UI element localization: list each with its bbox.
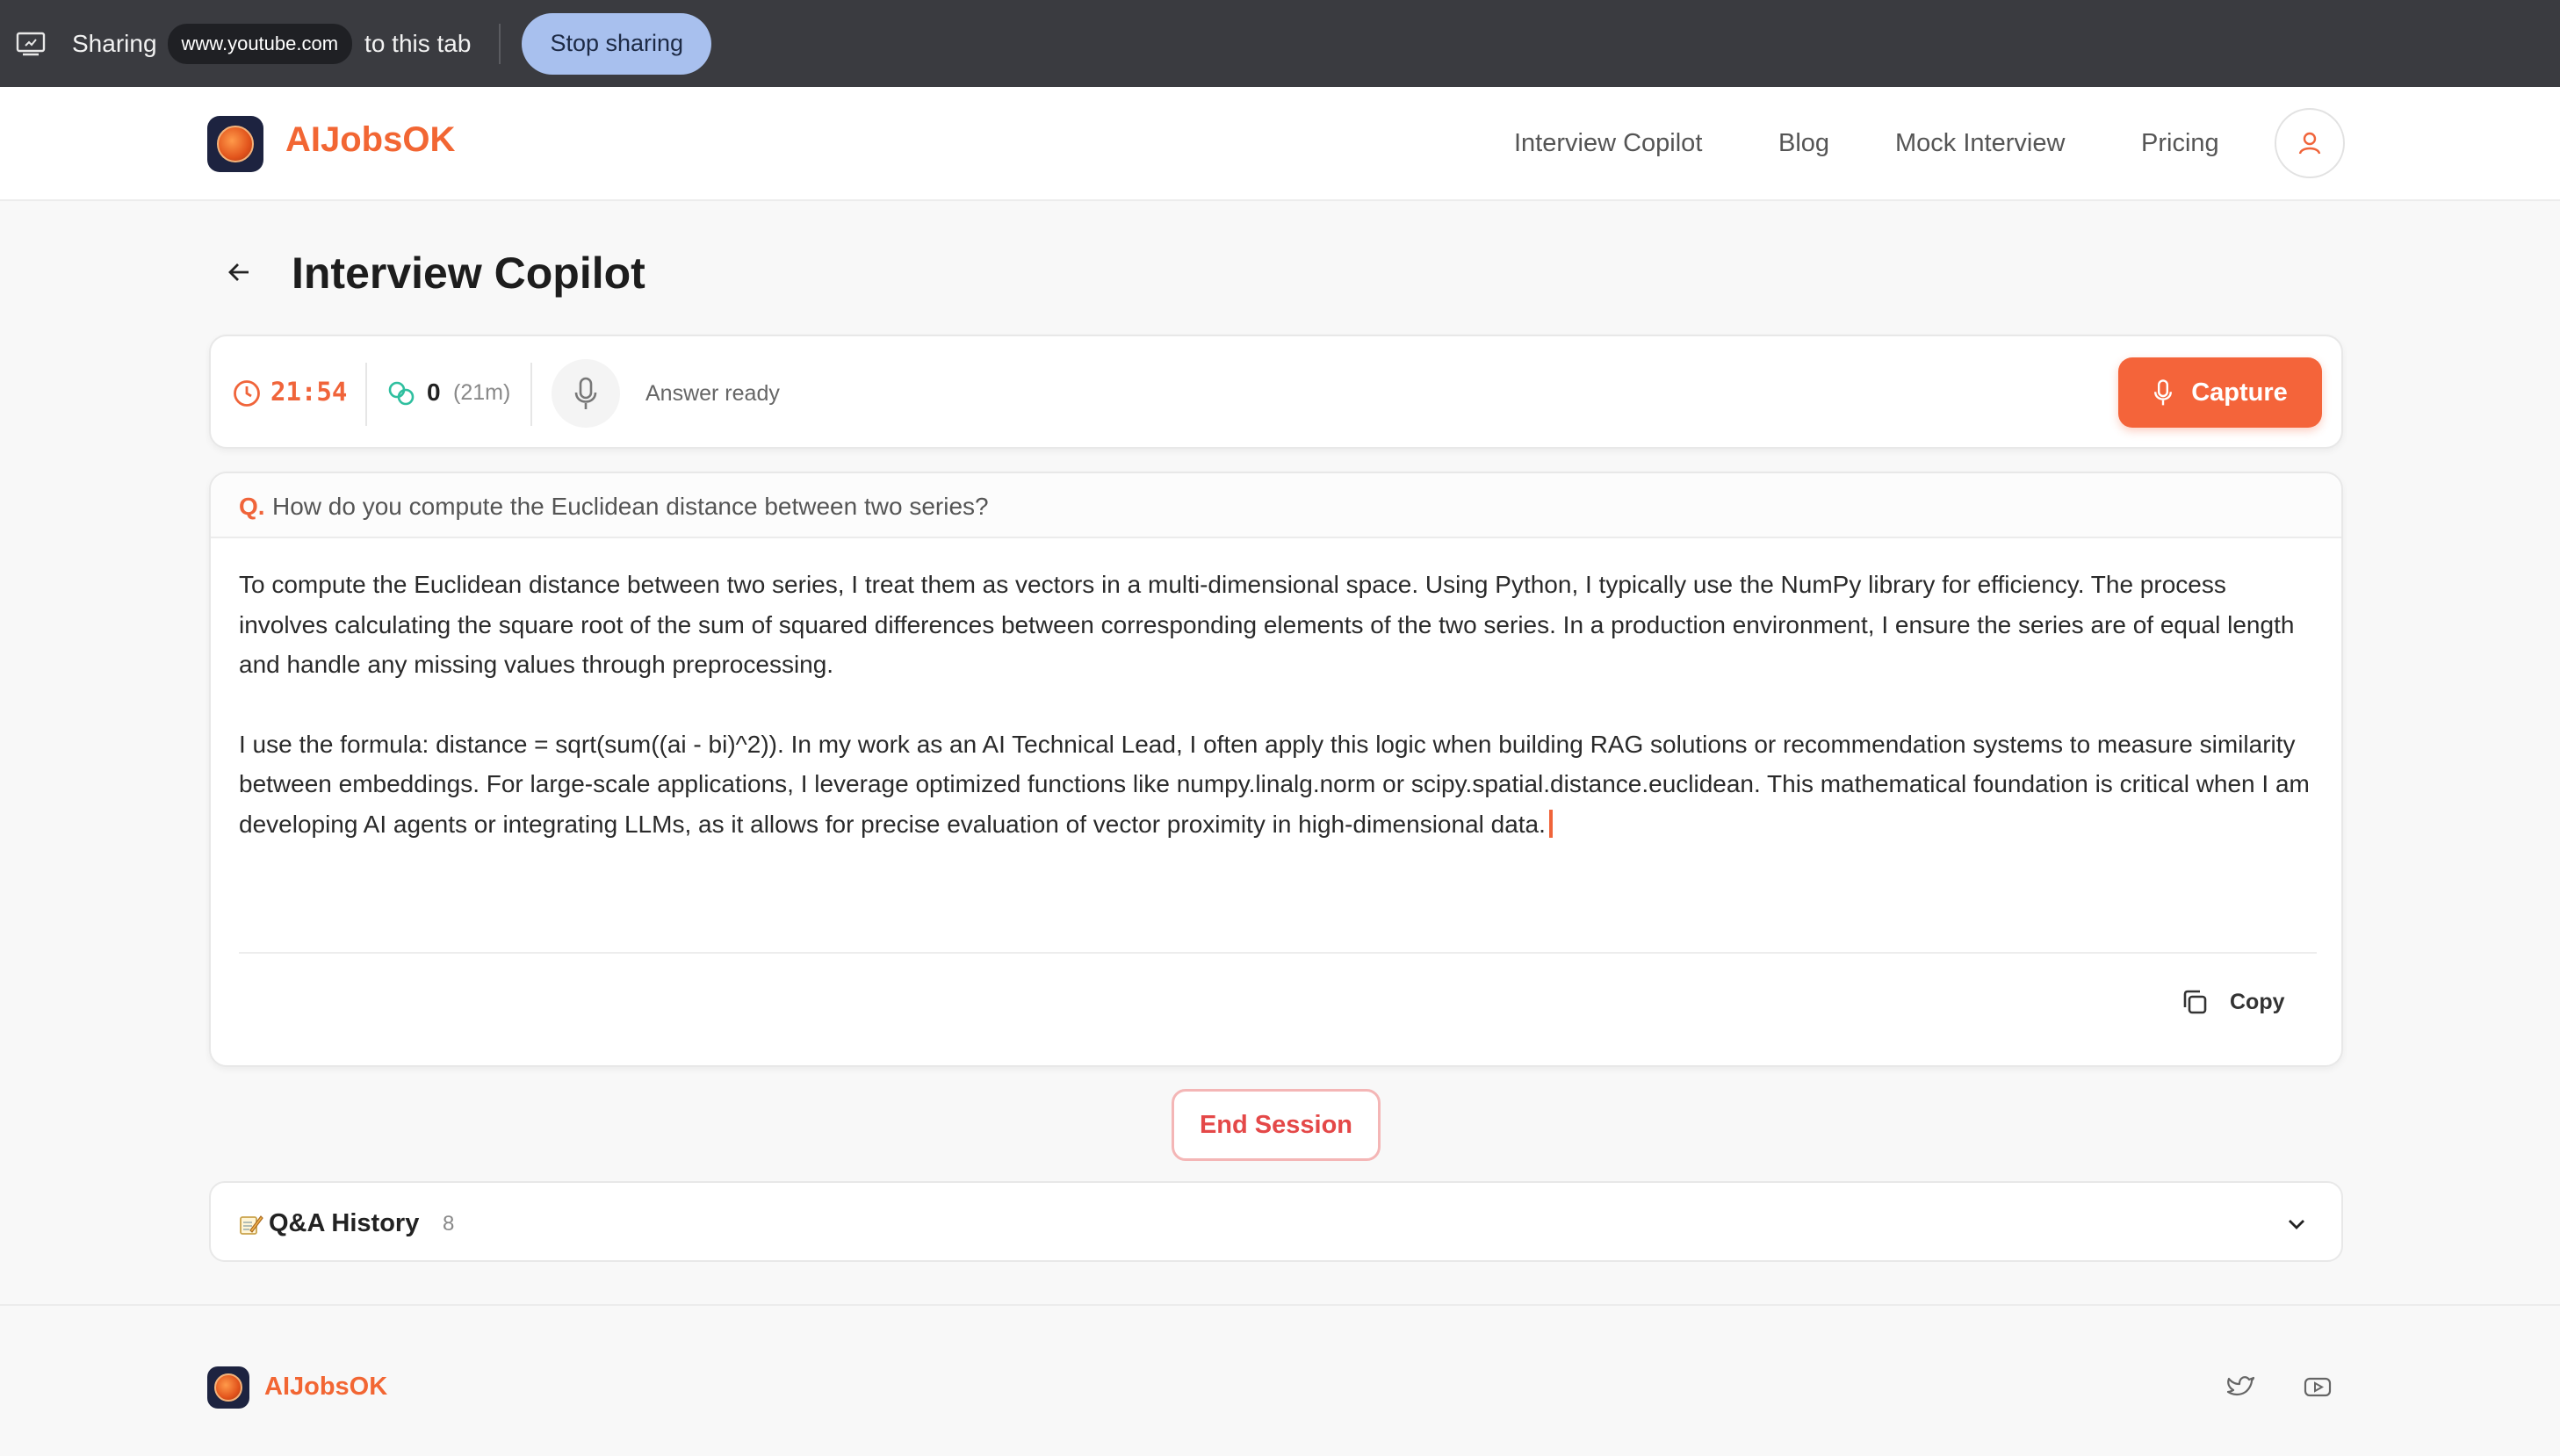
answer-paragraph: I use the formula: distance = sqrt(sum((… [239, 724, 2320, 845]
page-title: Interview Copilot [292, 249, 645, 298]
top-navigation: AIJobsOK Interview Copilot Blog Mock Int… [0, 87, 2560, 201]
answer-paragraph: To compute the Euclidean distance betwee… [239, 571, 2295, 678]
copy-icon [2183, 990, 2207, 1014]
answer-status-text: Answer ready [645, 381, 780, 406]
user-icon [2298, 132, 2321, 155]
sharing-label: Sharing [72, 29, 157, 57]
footer-brand-logo[interactable] [207, 1366, 249, 1409]
screen-share-icon [16, 32, 46, 55]
qa-history-title: Q&A History [269, 1209, 420, 1237]
link-chain-icon [388, 381, 415, 406]
brand-logo[interactable] [207, 116, 263, 172]
streaming-cursor [1548, 809, 1553, 838]
microphone-icon [574, 377, 597, 409]
session-status-card: 21:54 0 (21m) Answer ready Capture [209, 335, 2343, 449]
footer-brand-name[interactable]: AIJobsOK [264, 1373, 387, 1402]
copy-label: Copy [2230, 989, 2285, 1014]
copy-button[interactable]: Copy [2181, 988, 2285, 1016]
back-arrow-icon[interactable] [225, 258, 253, 286]
question-prefix: Q. [239, 493, 265, 520]
share-bar-separator [499, 23, 501, 64]
session-timer: 21:54 [270, 377, 348, 407]
answer-card: Q. How do you compute the Euclidean dist… [209, 472, 2343, 1067]
sharing-suffix: to this tab [364, 29, 472, 57]
question-text: How do you compute the Euclidean distanc… [272, 493, 989, 520]
end-session-button[interactable]: End Session [1172, 1089, 1381, 1161]
qa-history-accordion[interactable]: Q&A History 8 [209, 1181, 2343, 1262]
basketball-icon [214, 1373, 242, 1402]
chevron-down-icon[interactable] [2285, 1213, 2308, 1236]
nav-link-pricing[interactable]: Pricing [2141, 129, 2219, 158]
status-divider [530, 363, 532, 426]
screen-sharing-bar: Sharing www.youtube.com to this tab Stop… [0, 0, 2560, 87]
user-avatar-button[interactable] [2275, 108, 2345, 178]
stop-sharing-button[interactable]: Stop sharing [522, 12, 712, 75]
qa-history-count: 8 [443, 1212, 455, 1236]
nav-link-interview-copilot[interactable]: Interview Copilot [1514, 129, 1702, 158]
capture-button[interactable]: Capture [2118, 357, 2322, 428]
answer-divider [239, 952, 2317, 954]
mic-toggle-button[interactable] [552, 359, 620, 428]
shared-domain-badge: www.youtube.com [167, 23, 353, 64]
question-count: 0 [427, 378, 441, 406]
page-footer: AIJobsOK [0, 1304, 2560, 1456]
memo-icon [240, 1215, 263, 1235]
question-row: Q. How do you compute the Euclidean dist… [211, 473, 2341, 538]
brand-name[interactable]: AIJobsOK [285, 120, 455, 160]
twitter-icon[interactable] [2225, 1371, 2257, 1402]
youtube-icon[interactable] [2302, 1371, 2333, 1402]
status-divider [365, 363, 367, 426]
nav-link-blog[interactable]: Blog [1778, 129, 1829, 158]
answer-text: To compute the Euclidean distance betwee… [239, 565, 2320, 883]
microphone-icon [2154, 379, 2173, 406]
capture-label: Capture [2191, 378, 2288, 407]
nav-link-mock-interview[interactable]: Mock Interview [1895, 129, 2065, 158]
question-count-duration: (21m) [453, 380, 511, 405]
clock-icon [234, 380, 260, 407]
answer-paragraph-text: I use the formula: distance = sqrt(sum((… [239, 730, 2310, 838]
basketball-icon [217, 126, 254, 162]
